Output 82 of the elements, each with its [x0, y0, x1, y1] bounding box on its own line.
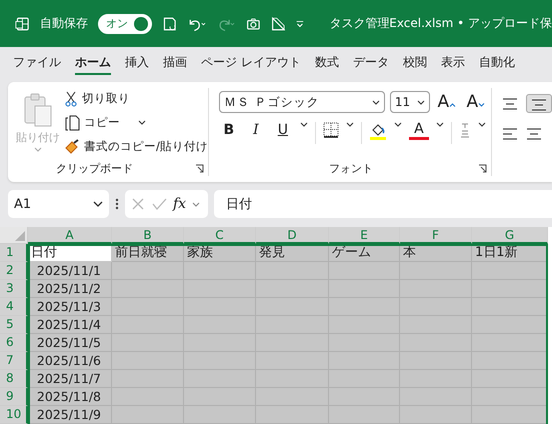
underline-button[interactable]: U [272, 122, 293, 138]
shrink-font-button[interactable]: A [464, 92, 488, 112]
ribbon-tab[interactable]: ホーム [68, 50, 118, 75]
ribbon-tab[interactable]: 校閲 [396, 50, 434, 75]
table-cell[interactable] [472, 334, 548, 352]
ribbon-tab[interactable]: 表示 [434, 50, 472, 75]
select-all-button[interactable] [0, 227, 28, 244]
caret-icon [416, 100, 425, 104]
ribbon-tab[interactable]: 描画 [156, 50, 194, 75]
caret-icon[interactable] [346, 122, 354, 127]
spreadsheet-app-icon[interactable] [15, 14, 30, 32]
caret-icon [34, 147, 42, 152]
group-label: フォント [328, 160, 373, 176]
table-cell[interactable] [472, 406, 548, 424]
phonetic-guide-icon[interactable] [458, 122, 471, 140]
dialog-launcher-icon[interactable] [478, 164, 487, 172]
italic-button[interactable]: I [246, 122, 266, 138]
ribbon-tab[interactable]: 数式 [308, 50, 346, 75]
table-cell[interactable]: 2025/11/2 [28, 280, 112, 298]
ribbon-tab[interactable]: ページ レイアウト [194, 50, 308, 75]
table-cell[interactable]: 2025/11/4 [28, 316, 112, 334]
caret-icon[interactable] [300, 122, 308, 127]
format-painter-button[interactable]: 書式のコピー/貼り付け [64, 136, 208, 157]
paintbrush-icon [64, 138, 80, 154]
table-cell[interactable]: 2025/11/1 [28, 262, 112, 280]
table-cell[interactable] [472, 262, 548, 280]
formula-input[interactable]: 日付 [214, 190, 552, 218]
caret-icon[interactable] [478, 122, 486, 127]
align-center-icon[interactable] [526, 127, 542, 141]
table-cell[interactable] [472, 298, 548, 316]
table-cell[interactable]: 2025/11/7 [28, 370, 112, 388]
ribbon-tab[interactable]: 自動化 [472, 50, 522, 75]
caret-icon [93, 201, 103, 207]
clipboard-icon [23, 92, 53, 128]
font-size-dropdown[interactable]: 11 [390, 91, 430, 113]
name-box[interactable]: A1 [8, 190, 109, 218]
table-cell[interactable] [472, 280, 548, 298]
caret-icon[interactable] [394, 122, 402, 127]
copy-icon [64, 114, 80, 130]
caret-icon [372, 100, 380, 104]
enter-icon[interactable] [151, 197, 167, 211]
table-cell[interactable]: 2025/11/5 [28, 334, 112, 352]
insert-function-button[interactable]: fx [173, 196, 186, 212]
table-cell[interactable]: 2025/11/6 [28, 352, 112, 370]
borders-icon[interactable] [322, 122, 339, 138]
table-cell[interactable] [472, 352, 548, 370]
align-left-icon[interactable] [502, 127, 518, 141]
cancel-icon[interactable] [131, 197, 145, 211]
scissors-icon [64, 90, 78, 106]
align-middle-icon [531, 98, 547, 112]
font-color-button[interactable]: A [408, 122, 429, 140]
ribbon-tab[interactable]: ファイル [6, 50, 68, 75]
table-cell[interactable]: 2025/11/8 [28, 388, 112, 406]
grow-font-button[interactable]: A [434, 92, 459, 112]
table-cell[interactable] [472, 370, 548, 388]
window-title: タスク管理Excel.xlsm • アップロード保 [329, 15, 552, 32]
caret-icon[interactable] [436, 122, 444, 127]
align-top-icon[interactable] [502, 96, 518, 110]
ribbon-tab[interactable]: データ [346, 50, 396, 75]
copy-button[interactable]: コピー [64, 112, 208, 133]
autosave-label: 自動保存 [40, 15, 88, 32]
fill-color-icon[interactable] [368, 122, 387, 140]
align-middle-button[interactable] [526, 94, 552, 113]
table-cell[interactable] [472, 388, 548, 406]
table-cell[interactable] [112, 262, 184, 280]
ribbon-tab[interactable]: 挿入 [118, 50, 156, 75]
dialog-launcher-icon[interactable] [194, 164, 204, 172]
font-name-dropdown[interactable]: ＭＳ Ｐゴシック [218, 91, 385, 113]
ruler-icon[interactable] [270, 14, 286, 32]
triangle-icon [15, 231, 25, 241]
save-icon[interactable] [162, 14, 177, 32]
bold-button[interactable]: B [218, 122, 239, 138]
up-chevron-icon [449, 103, 456, 107]
autosave-toggle[interactable]: オン [98, 14, 152, 34]
table-cell[interactable] [472, 316, 548, 334]
more-options-icon[interactable] [115, 197, 119, 211]
table-cell[interactable]: 2025/11/3 [28, 298, 112, 316]
caret-icon [138, 120, 146, 125]
group-label: クリップボード [56, 160, 133, 176]
table-cell[interactable]: 2025/11/9 [28, 406, 112, 424]
cut-button[interactable]: 切り取り [64, 88, 208, 109]
down-chevron-icon [478, 103, 486, 107]
